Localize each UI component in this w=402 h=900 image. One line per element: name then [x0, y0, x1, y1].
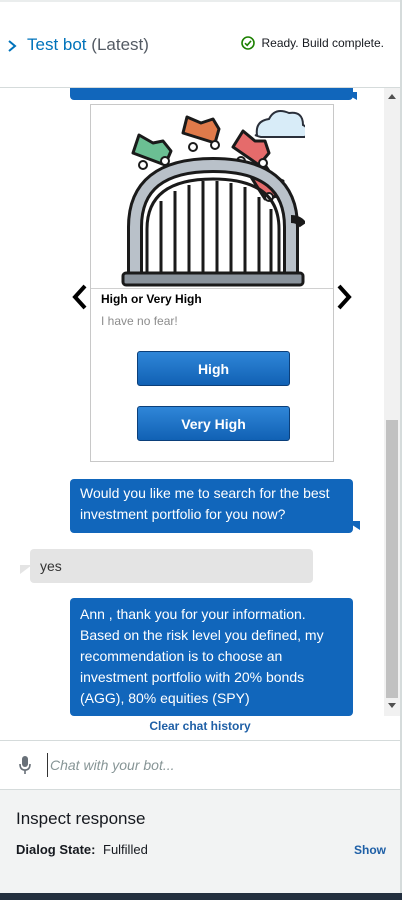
scroll-down-icon[interactable] — [388, 703, 396, 708]
bot-message: Would you like me to search for the best… — [70, 479, 353, 533]
arrow-right-icon[interactable] — [334, 283, 354, 311]
high-button[interactable]: High — [137, 351, 290, 386]
bot-header: Test bot (Latest) Ready. Build complete. — [0, 2, 400, 88]
footer-bar — [0, 893, 402, 900]
show-link[interactable]: Show — [354, 843, 386, 857]
scroll-up-icon[interactable] — [388, 94, 396, 99]
clear-chat-history-link[interactable]: Clear chat history — [0, 719, 400, 733]
response-card: High or Very High I have no fear! High V… — [90, 104, 334, 462]
dialog-state-label: Dialog State: — [16, 842, 96, 857]
status-text: Ready. Build complete. — [261, 36, 384, 50]
bot-title[interactable]: Test bot (Latest) — [27, 35, 149, 55]
inspect-heading: Inspect response — [16, 809, 146, 828]
build-status: Ready. Build complete. — [241, 36, 384, 50]
card-title: High or Very High — [101, 292, 202, 306]
bot-version: (Latest) — [91, 35, 149, 54]
chat-scrollbar[interactable] — [384, 88, 400, 716]
card-divider — [91, 288, 333, 289]
inspect-response-panel: Inspect response Dialog State: Fulfilled… — [0, 789, 400, 893]
chat-input-bar — [0, 741, 400, 789]
dialog-state-value: Fulfilled — [103, 842, 148, 857]
bubble-tail — [346, 521, 360, 530]
chat-transcript[interactable]: High or Very High I have no fear! High V… — [0, 88, 384, 716]
check-circle-icon — [241, 36, 256, 50]
arrow-left-icon[interactable] — [70, 283, 90, 311]
very-high-button[interactable]: Very High — [137, 406, 290, 441]
bot-message: Ann , thank you for your information. Ba… — [70, 598, 353, 716]
chevron-right-icon[interactable] — [6, 38, 20, 54]
bot-message-partial — [70, 88, 353, 100]
chat-input[interactable] — [47, 753, 377, 777]
bubble-tail — [343, 92, 357, 100]
microphone-icon[interactable] — [18, 755, 32, 775]
roller-coaster-image — [121, 110, 305, 287]
user-message: yes — [30, 549, 313, 583]
scroll-thumb[interactable] — [386, 420, 398, 698]
bot-name: Test bot — [27, 35, 87, 54]
card-subtitle: I have no fear! — [101, 314, 178, 328]
